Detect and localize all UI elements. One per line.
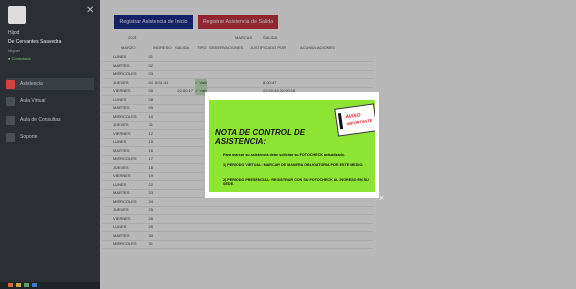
online-status: ● Conectado (8, 56, 31, 61)
sidebar-item-asistencia[interactable]: Asistencia (6, 78, 94, 90)
sidebar: ✕ Hijod De Cervantes Saavedra Miguel ● C… (0, 0, 100, 289)
user-name: De Cervantes Saavedra (8, 39, 62, 45)
notice-line-3: 2) PERIODO PRESENCIAL: REGISTRAR CON SU … (223, 178, 369, 186)
user-role: Hijod (8, 30, 20, 36)
sidebar-item-label: Aula Virtual (20, 98, 46, 104)
modal-close-icon[interactable]: ✕ (379, 196, 384, 202)
support-icon (6, 132, 15, 142)
notice-title: NOTA DE CONTROL DE ASISTENCIA: (215, 128, 306, 146)
sidebar-item-aula-consultas[interactable]: Aula de Consultas (6, 114, 94, 126)
sidebar-item-label: Aula de Consultas (20, 117, 61, 123)
avatar[interactable] (8, 6, 26, 24)
footer-icon[interactable] (8, 283, 13, 287)
grid-icon (6, 96, 15, 106)
notice-image: AVISO IMPORTANTE NOTA DE CONTROL DE ASIS… (209, 100, 375, 192)
notice-line-2: 1) PERIODO VIRTUAL: MARCAR DE MANERA OBL… (223, 163, 364, 167)
sidebar-close-icon[interactable]: ✕ (86, 6, 94, 16)
footer-icon[interactable] (24, 283, 29, 287)
aviso-importante-badge: AVISO IMPORTANTE (334, 103, 375, 137)
sidebar-footer (0, 282, 100, 289)
sidebar-item-label: Soporte (20, 134, 38, 140)
sidebar-item-label: Asistencia (20, 81, 43, 87)
notice-line-1: Para marcar su asistencia debe solicitar… (223, 153, 346, 157)
footer-icon[interactable] (16, 283, 21, 287)
sidebar-item-aula-virtual[interactable]: Aula Virtual (6, 95, 94, 107)
close-square-icon (6, 79, 15, 89)
notice-modal: AVISO IMPORTANTE NOTA DE CONTROL DE ASIS… (205, 92, 379, 198)
user-subtitle: Miguel (8, 48, 20, 53)
footer-icon[interactable] (32, 283, 37, 287)
sidebar-item-soporte[interactable]: Soporte (6, 131, 94, 143)
chat-icon (6, 115, 15, 125)
badge-stripe (337, 113, 344, 130)
